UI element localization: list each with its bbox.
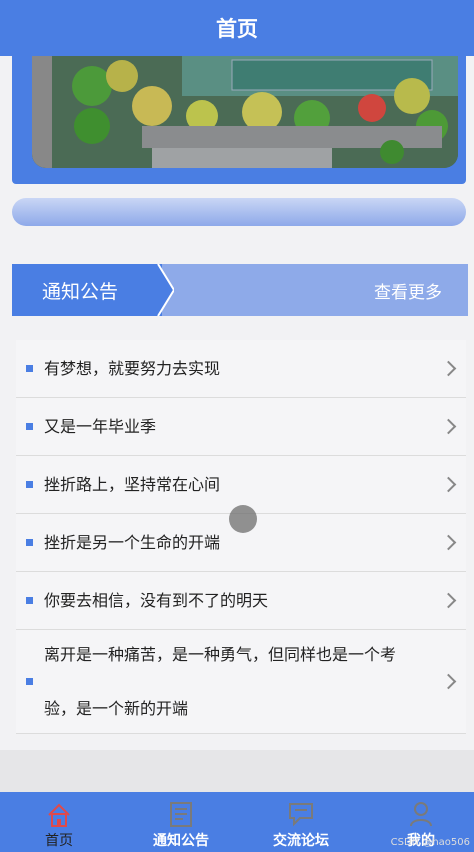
notice-section-header: 通知公告 查看更多 (12, 264, 468, 316)
banner-indicator-bar (12, 198, 466, 226)
aerial-campus-image (32, 56, 458, 168)
home-icon (48, 803, 70, 827)
bullet-icon (26, 423, 33, 430)
bullet-icon (26, 678, 33, 685)
touch-indicator (229, 505, 257, 533)
page-title-bar: 首页 (0, 0, 474, 56)
tab-label: 通知公告 (153, 833, 209, 849)
page-title: 首页 (216, 17, 258, 41)
chevron-right-icon (440, 592, 457, 609)
user-icon (410, 802, 432, 827)
list-item[interactable]: 又是一年毕业季 (16, 398, 466, 456)
notice-title: 你要去相信，没有到不了的明天 (44, 590, 269, 610)
forum-icon (289, 803, 313, 827)
section-arrow-icon (148, 264, 174, 316)
bullet-icon (26, 539, 33, 546)
chevron-right-icon (440, 360, 457, 377)
bullet-icon (26, 597, 33, 604)
view-more-link[interactable]: 查看更多 (374, 264, 442, 316)
tab-label: 交流论坛 (273, 833, 329, 849)
notice-title: 离开是一种痛苦，是一种勇气，但同样也是一个考验，是一个新的开端 (44, 644, 397, 718)
tab-notices[interactable]: 通知公告 (122, 792, 240, 852)
notice-title: 有梦想，就要努力去实现 (44, 358, 221, 378)
notice-title: 挫折是另一个生命的开端 (44, 532, 221, 552)
watermark: CSDN @hao506 (390, 837, 470, 848)
bullet-icon (26, 481, 33, 488)
chevron-right-icon (440, 418, 457, 435)
notice-title: 又是一年毕业季 (44, 416, 157, 436)
tab-label: 首页 (45, 833, 73, 849)
list-footer-space (0, 750, 474, 792)
bullet-icon (26, 365, 33, 372)
list-item[interactable]: 有梦想，就要努力去实现 (16, 340, 466, 398)
bottom-tab-bar: 首页 通知公告 交流论坛 我的 CSDN @hao506 (0, 792, 474, 852)
chevron-right-icon (440, 673, 457, 690)
section-title: 通知公告 (12, 264, 162, 316)
banner-carousel[interactable] (12, 56, 466, 184)
list-item[interactable]: 你要去相信，没有到不了的明天 (16, 572, 466, 630)
notice-list: 有梦想，就要努力去实现 又是一年毕业季 挫折路上，坚持常在心间 挫折是另一个生命… (16, 340, 466, 734)
chevron-right-icon (440, 476, 457, 493)
notice-title: 挫折路上，坚持常在心间 (44, 474, 221, 494)
chevron-right-icon (440, 534, 457, 551)
notice-icon (170, 802, 192, 827)
tab-home[interactable]: 首页 (0, 792, 118, 852)
list-item[interactable]: 离开是一种痛苦，是一种勇气，但同样也是一个考验，是一个新的开端 (16, 630, 466, 734)
banner-image[interactable] (32, 56, 458, 168)
tab-forum[interactable]: 交流论坛 (242, 792, 360, 852)
